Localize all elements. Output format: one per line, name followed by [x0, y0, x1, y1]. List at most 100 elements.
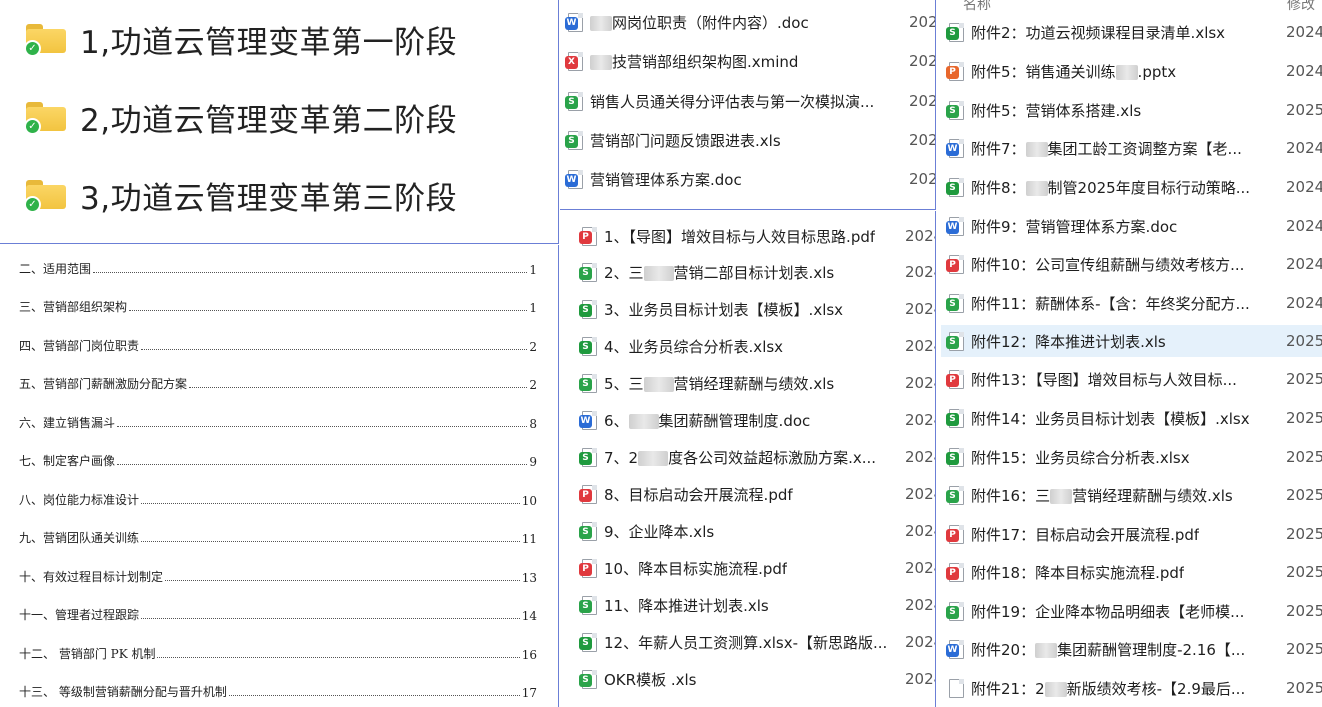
file-name: 附件17：目标启动会开展流程.pdf: [971, 524, 1199, 545]
toc-leader-dots: [117, 464, 528, 465]
toc-entry-page: 13: [521, 571, 537, 585]
file-row[interactable]: P 10、降本目标实施流程.pdf: [574, 552, 904, 584]
toc-leader-dots: [117, 426, 528, 427]
file-row[interactable]: S 3、业务员目标计划表【模板】.xlsx: [574, 293, 904, 325]
pdf-file-icon: P: [946, 369, 964, 389]
file-modified-date: 2024: [905, 559, 935, 577]
redacted-text-block: [1035, 642, 1058, 658]
synced-folder-icon: ✓: [24, 179, 66, 213]
toc-entry[interactable]: 八、岗位能力标准设计 10: [19, 488, 537, 508]
file-name: 附件15：业务员综合分析表.xlsx: [971, 447, 1190, 468]
file-modified-date: 2025: [1286, 525, 1322, 543]
file-row[interactable]: S 4、业务员综合分析表.xlsx: [574, 330, 904, 362]
toc-entry-page: 11: [521, 532, 537, 546]
column-header-modified[interactable]: 修改: [1287, 0, 1315, 13]
folder-item[interactable]: ✓ 1,功道云管理变革第一阶段: [24, 14, 457, 64]
toc-entry[interactable]: 四、营销部门岗位职责 2: [19, 334, 537, 354]
file-row[interactable]: S 5、三 营销经理薪酬与绩效.xls: [574, 367, 904, 399]
toc-entry[interactable]: 五、营销部门薪酬激励分配方案 2: [19, 372, 537, 392]
file-modified-date: 2024: [905, 411, 935, 429]
toc-entry-page: 16: [521, 648, 537, 662]
sheetg-file-icon: S: [946, 408, 964, 428]
file-modified-date: 2024: [905, 263, 935, 281]
file-row[interactable]: 附件21：2 新版绩效考核-【2.9最后...: [941, 672, 1322, 704]
file-row[interactable]: S 12、年薪人员工资测算.xlsx-【新思路版...: [574, 626, 904, 658]
file-row[interactable]: S 附件14：业务员目标计划表【模板】.xlsx: [941, 402, 1322, 434]
file-name-text: 11、降本推进计划表.xls: [604, 596, 769, 615]
file-modified-date: 2024: [905, 448, 935, 466]
file-row[interactable]: S 附件15：业务员综合分析表.xlsx: [941, 441, 1322, 473]
file-row[interactable]: P 附件17：目标启动会开展流程.pdf: [941, 518, 1322, 550]
sheet-file-icon: S: [946, 100, 964, 120]
toc-leader-dots: [228, 695, 520, 696]
file-row[interactable]: S 7、2 度各公司效益超标激励方案.x...: [574, 441, 904, 473]
file-modified-date: 2024: [909, 170, 935, 188]
file-row[interactable]: S OKR模板 .xls: [574, 663, 904, 695]
file-list-right: 名称 修改 S 附件2：功道云视频课程目录清单.xlsx 2024 P 附件5：销售通关…: [937, 0, 1322, 707]
toc-entry-title: 七、制定客户画像: [19, 454, 116, 468]
file-row[interactable]: S 附件19：企业降本物品明细表【老师模...: [941, 595, 1322, 627]
pdf-file-icon: P: [946, 562, 964, 582]
table-of-contents: 二、适用范围 1 三、营销部组织架构 1 四、营销部门岗位职责 2 五、营销部门薪酬激励分配…: [0, 245, 559, 707]
toc-leader-dots: [189, 387, 528, 388]
file-name: 附件5：营销体系搭建.xls: [971, 100, 1141, 121]
file-row[interactable]: W 网岗位职责（附件内容）.doc: [560, 6, 880, 38]
toc-leader-dots: [93, 272, 528, 273]
toc-entry[interactable]: 十一、管理者过程跟踪 14: [19, 603, 537, 623]
file-name: 附件19：企业降本物品明细表【老师模...: [971, 601, 1244, 622]
toc-entry[interactable]: 十、有效过程目标计划制定 13: [19, 565, 537, 585]
file-name: 8、目标启动会开展流程.pdf: [604, 484, 793, 505]
file-name-text: 技营销部组织架构图.xmind: [612, 52, 799, 71]
file-modified-date: 2024: [1286, 178, 1322, 196]
file-row[interactable]: W 6、 集团薪酬管理制度.doc: [574, 404, 904, 436]
file-row[interactable]: P 1、【导图】增效目标与人效目标思路.pdf: [574, 220, 904, 252]
folder-item[interactable]: ✓ 2,功道云管理变革第二阶段: [24, 92, 457, 142]
toc-entry[interactable]: 六、建立销售漏斗 8: [19, 411, 537, 431]
toc-entry[interactable]: 十三、 等级制营销薪酬分配与晋升机制 17: [19, 680, 537, 700]
toc-entry[interactable]: 三、营销部组织架构 1: [19, 295, 537, 315]
file-row[interactable]: S 附件8： 制管2025年度目标行动策略...: [941, 171, 1322, 203]
file-row[interactable]: S 附件12：降本推进计划表.xls: [941, 325, 1322, 357]
toc-entry-title: 四、营销部门岗位职责: [19, 339, 140, 353]
file-row[interactable]: W 营销管理体系方案.doc: [560, 163, 880, 195]
redacted-text-block: [643, 376, 674, 392]
redacted-text-block: [1050, 488, 1073, 504]
file-name: 附件9：营销管理体系方案.doc: [971, 216, 1177, 237]
file-row[interactable]: X 技营销部组织架构图.xmind: [560, 45, 880, 77]
toc-entry[interactable]: 九、营销团队通关训练 11: [19, 526, 537, 546]
file-row[interactable]: W 附件7： 集团工龄工资调整方案【老...: [941, 132, 1322, 164]
file-row[interactable]: S 2、三 营销二部目标计划表.xls: [574, 256, 904, 288]
toc-entry[interactable]: 十二、 营销部门 PK 机制 16: [19, 642, 537, 662]
file-row[interactable]: S 附件5：营销体系搭建.xls: [941, 94, 1322, 126]
file-row[interactable]: S 附件16：三 营销经理薪酬与绩效.xls: [941, 479, 1322, 511]
file-row[interactable]: P 8、目标启动会开展流程.pdf: [574, 478, 904, 510]
toc-leader-dots: [141, 503, 520, 504]
file-name: 附件5：销售通关训练 .pptx: [971, 61, 1176, 82]
file-name-text: 附件12：降本推进计划表.xls: [971, 332, 1166, 351]
file-name: 4、业务员综合分析表.xlsx: [604, 336, 783, 357]
file-row[interactable]: P 附件13：【导图】增效目标与人效目标...: [941, 363, 1322, 395]
file-row[interactable]: S 9、企业降本.xls: [574, 515, 904, 547]
file-name-text: .pptx: [1137, 62, 1177, 81]
file-row[interactable]: S 营销部门问题反馈跟进表.xls: [560, 124, 880, 156]
file-row[interactable]: S 附件11：薪酬体系-【含：年终奖分配方...: [941, 287, 1322, 319]
file-name: 附件20： 集团薪酬管理制度-2.16【...: [971, 639, 1245, 660]
file-row[interactable]: W 附件9：营销管理体系方案.doc: [941, 210, 1322, 242]
file-row[interactable]: S 销售人员通关得分评估表与第一次模拟演...: [560, 85, 880, 117]
folder-item[interactable]: ✓ 3,功道云管理变革第三阶段: [24, 170, 457, 220]
file-row[interactable]: S 附件2：功道云视频课程目录清单.xlsx: [941, 16, 1322, 48]
file-row[interactable]: P 附件18：降本目标实施流程.pdf: [941, 556, 1322, 588]
file-name: 技营销部组织架构图.xmind: [590, 51, 798, 72]
file-row[interactable]: S 11、降本推进计划表.xls: [574, 589, 904, 621]
column-header-name[interactable]: 名称: [963, 0, 991, 13]
toc-entry[interactable]: 二、适用范围 1: [19, 257, 537, 277]
file-name-text: 附件10：公司宣传组薪酬与绩效考核方...: [971, 255, 1245, 274]
word-file-icon: W: [565, 169, 583, 189]
file-row[interactable]: P 附件10：公司宣传组薪酬与绩效考核方...: [941, 248, 1322, 280]
file-modified-date: 2024: [905, 227, 935, 245]
file-row[interactable]: P 附件5：销售通关训练 .pptx: [941, 55, 1322, 87]
toc-entry[interactable]: 七、制定客户画像 9: [19, 449, 537, 469]
toc-entry-title: 十三、 等级制营销薪酬分配与晋升机制: [19, 685, 227, 699]
file-row[interactable]: W 附件20： 集团薪酬管理制度-2.16【...: [941, 633, 1322, 665]
file-name: 6、 集团薪酬管理制度.doc: [604, 410, 810, 431]
